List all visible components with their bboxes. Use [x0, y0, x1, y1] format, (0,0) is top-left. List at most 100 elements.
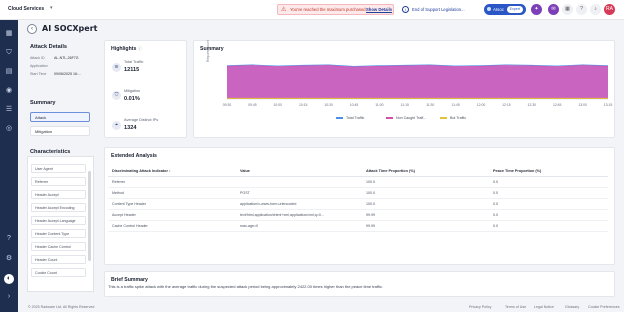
distinct-ips-value: 1324 — [124, 125, 137, 131]
legend-item[interactable]: Bot Traffic — [440, 116, 466, 120]
characteristics-list: User Agent Referrer Header Accept Header… — [27, 156, 94, 292]
char-user-agent[interactable]: User Agent — [31, 164, 86, 173]
char-referrer[interactable]: Referrer — [31, 177, 86, 186]
x-tick-label: 12:15 — [502, 103, 511, 107]
shield-icon[interactable]: ⛉ — [4, 48, 14, 58]
char-header-accept-encoding[interactable]: Header Accept Encoding — [31, 203, 86, 212]
table-row-divider — [108, 231, 608, 232]
x-tick-label: 09:45 — [248, 103, 257, 107]
grid-icon[interactable]: ▦ — [562, 4, 573, 15]
table-cell: 0.0 — [493, 224, 498, 228]
legend-item[interactable]: Total Traffic — [336, 116, 364, 120]
x-tick-label: 10:30 — [324, 103, 333, 107]
legend-swatch — [336, 117, 343, 120]
char-header-accept[interactable]: Header Accept — [31, 190, 86, 199]
docs-icon[interactable]: ▤ — [4, 67, 14, 77]
detail-attack-id: Attack ID AL-NTL-26F7G — [30, 56, 79, 60]
brief-summary-text: This is a traffic spike attack with the … — [108, 284, 384, 289]
cookie-preferences-link[interactable]: Cookie Preferences — [588, 305, 620, 309]
ip-icon: ⌖ — [112, 121, 121, 130]
help-icon[interactable]: ? — [4, 234, 14, 244]
page-title: AI SOCXpert — [42, 24, 98, 33]
legend-label: Non Caught Traff... — [396, 116, 427, 120]
table-cell: Referrer — [112, 180, 126, 184]
show-details-link[interactable]: Show Details — [366, 5, 392, 15]
legend-label: Total Traffic — [346, 116, 365, 120]
legend-label: Bot Traffic — [450, 116, 467, 120]
col-indicator-header[interactable]: Discriminating Attack Indicator ↕ — [112, 169, 171, 173]
table-cell: Accept Header — [112, 213, 136, 217]
x-tick-label: 10:45 — [349, 103, 359, 107]
characteristics-title: Characteristics — [30, 149, 71, 155]
char-cookie-count[interactable]: Cookie Count — [31, 268, 86, 277]
aisoc-pill-button[interactable]: AIsoc Expert — [484, 4, 526, 15]
char-header-accept-language[interactable]: Header Accept Language — [31, 216, 86, 225]
users-icon[interactable]: ◉ — [4, 86, 14, 96]
char-header-cache-control[interactable]: Header Cache Control — [31, 242, 86, 251]
assistant-icon[interactable]: ✦ — [531, 4, 542, 15]
table-cell: application/x-www-form-urlencoded — [240, 202, 297, 206]
highlights-card: Highlights ⓘ ≋ Total Traffic 12115 ⛉ Mit… — [104, 40, 187, 138]
table-cell: 0.0 — [493, 202, 498, 206]
mitigation-value: 0.01% — [124, 96, 140, 102]
summary-mitigation-button[interactable]: Mitigation — [30, 126, 90, 136]
table-cell: 0.0 — [493, 180, 498, 184]
privacy-policy-link[interactable]: Privacy Policy — [469, 305, 491, 309]
back-button[interactable]: ‹ — [27, 24, 37, 34]
col-value-header: Value — [240, 169, 250, 173]
expand-icon[interactable]: › — [4, 292, 14, 302]
table-cell: 100.0 — [366, 191, 375, 195]
bell-icon[interactable]: ♪ — [590, 4, 601, 15]
app-frame: Cloud Services ▾ ⚠ You've reached the ma… — [0, 0, 624, 312]
settings-icon[interactable]: ⚙ — [4, 254, 14, 264]
table-cell: POST — [240, 191, 250, 195]
info-icon: i — [402, 6, 409, 13]
alert-text: You've reached the maximum purchased — [290, 7, 366, 12]
help-icon[interactable]: ? — [576, 4, 587, 15]
extended-analysis-card: Extended Analysis — [104, 147, 615, 265]
support-notice[interactable]: i End of Support Legislation... — [402, 4, 482, 15]
table-cell: text/html,application/xhtml+xml,applicat… — [240, 213, 324, 217]
support-text[interactable]: End of Support Legislation... — [412, 7, 465, 12]
table-cell: 100.0 — [366, 202, 375, 206]
summary-attack-button[interactable]: Attack — [30, 112, 90, 122]
detail-application: Application — [30, 64, 48, 68]
total-traffic-label: Total Traffic — [124, 60, 144, 64]
legend-item[interactable]: Non Caught Traff... — [386, 116, 426, 120]
summary-chart-card: Summary — [193, 40, 615, 138]
chat-icon[interactable]: ✉ — [548, 4, 559, 15]
footer: © 2025 Radware Ltd. All Rights Reserved … — [18, 302, 624, 312]
x-tick-label: 12:30 — [527, 103, 537, 107]
table-cell: 0.0 — [493, 191, 498, 195]
total-traffic-value: 12115 — [124, 67, 140, 73]
char-header-content-type[interactable]: Header Content Type — [31, 229, 86, 238]
sort-icon: ↕ — [169, 169, 171, 173]
chevron-down-icon[interactable]: ▾ — [50, 5, 53, 11]
x-tick-label: 13:15 — [603, 103, 613, 107]
brand-name[interactable]: Cloud Services — [8, 6, 44, 12]
table-cell: 100.0 — [366, 180, 375, 184]
traffic-icon: ≋ — [112, 63, 121, 72]
list-icon[interactable]: ☰ — [4, 105, 14, 115]
terms-of-use-link[interactable]: Terms of Use — [505, 305, 526, 309]
char-header-count[interactable]: Header Count — [31, 255, 86, 264]
table-row-divider — [108, 209, 608, 210]
mitigation-label: Mitigation — [124, 89, 141, 93]
table-cell: 0.0 — [493, 213, 498, 217]
user-avatar[interactable]: RA — [604, 4, 615, 15]
nav-rail: ▦ ⛉ ▤ ◉ ☰ ◎ ? ⚙ ◐ › — [0, 20, 18, 312]
characteristics-scrollbar[interactable] — [88, 171, 91, 261]
distinct-ips-label: Average Distinct IPs — [124, 118, 159, 122]
target-icon[interactable]: ◎ — [4, 124, 14, 134]
y-axis-label: Request count — [206, 40, 210, 62]
aisoc-icon[interactable]: ◐ — [4, 274, 14, 284]
x-tick-label: 11:30 — [426, 103, 435, 107]
legal-notice-link[interactable]: Legal Notice — [534, 305, 554, 309]
dashboard-icon[interactable]: ▦ — [4, 29, 14, 39]
brief-summary-title: Brief Summary — [111, 277, 148, 283]
x-tick-label: 10:00 — [273, 103, 283, 107]
glossary-link[interactable]: Glossary — [565, 305, 579, 309]
col-peace-prop-header: Peace Time Proportion (%) — [493, 169, 542, 173]
table-cell: 99.99 — [366, 224, 375, 228]
attack-details-title: Attack Details — [30, 44, 67, 50]
